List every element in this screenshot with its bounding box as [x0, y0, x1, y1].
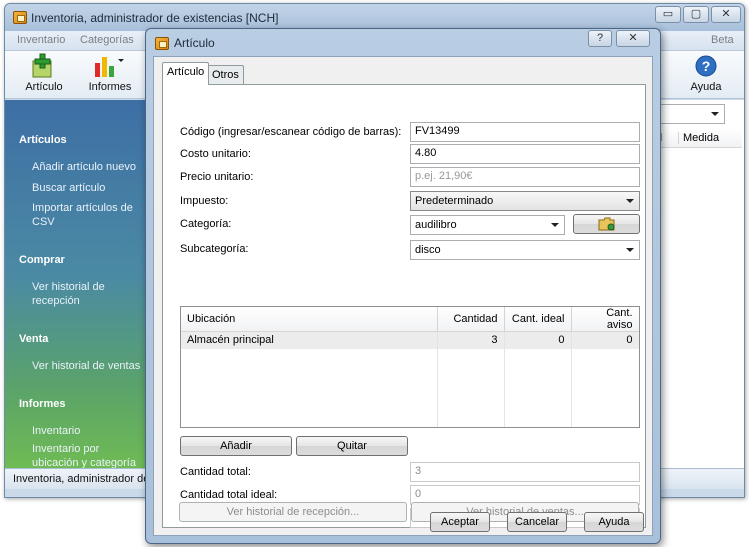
costo-label: Costo unitario: — [180, 148, 251, 160]
toolbar-ayuda-button[interactable]: ? Ayuda — [685, 51, 727, 97]
location-table: Ubicación Cantidad Cant. ideal Cant. avi… — [181, 307, 639, 427]
toolbar-informes-label: Informes — [88, 81, 132, 93]
impuesto-select[interactable]: Predeterminado — [410, 191, 640, 211]
remove-location-button[interactable]: Quitar — [296, 436, 408, 456]
dialog-title: Artículo — [174, 36, 215, 50]
main-list-header: d Medida — [656, 128, 742, 148]
dialog-body: Artículo Otros Código (ingresar/escanear… — [153, 56, 653, 536]
window-title: Inventoria, administrador de existencias… — [31, 11, 279, 25]
column-header-cant-aviso[interactable]: Cant. aviso — [571, 307, 639, 332]
subcategoria-select[interactable]: disco — [410, 240, 640, 260]
precio-input[interactable]: p.ej. 21,90€ — [410, 167, 640, 187]
column-header-ubicacion[interactable]: Ubicación — [181, 307, 438, 332]
subcategoria-label: Subcategoría: — [180, 243, 249, 255]
chevron-down-icon — [626, 248, 634, 252]
toolbar-articulo-button[interactable]: Artículo — [19, 51, 69, 97]
sidebar-link-add-item[interactable]: Añadir artículo nuevo — [32, 160, 148, 174]
report-chart-icon — [95, 57, 124, 77]
sidebar-link-import-csv[interactable]: Importar artículos de CSV — [32, 201, 148, 229]
menu-categorias[interactable]: Categorías — [80, 34, 134, 46]
cell-cant-aviso: 0 — [571, 331, 639, 349]
empty-row — [181, 416, 639, 427]
help-button[interactable]: Ayuda — [584, 512, 644, 532]
menu-beta[interactable]: Beta — [711, 34, 734, 46]
minimize-button[interactable]: ▭ — [655, 6, 681, 23]
maximize-button[interactable]: ▢ — [683, 6, 709, 23]
dialog-close-button[interactable]: ✕ — [616, 30, 650, 47]
total-quantity-field: 3 — [410, 462, 640, 482]
categoria-value: audilibro — [415, 219, 457, 231]
close-button[interactable]: ✕ — [711, 6, 741, 23]
sidebar-link-reception-history[interactable]: Ver historial de recepción — [32, 280, 148, 308]
empty-row — [181, 399, 639, 417]
chevron-down-icon — [551, 223, 559, 227]
toolbar-ayuda-label: Ayuda — [690, 81, 722, 93]
svg-text:?: ? — [702, 58, 711, 74]
total-ideal-label: Cantidad total ideal: — [180, 489, 278, 501]
empty-row — [181, 365, 639, 383]
precio-label: Precio unitario: — [180, 171, 254, 183]
subcategoria-value: disco — [415, 244, 441, 256]
item-dialog: Artículo ? ✕ Artículo Otros Código (ingr… — [145, 28, 661, 544]
cell-cant-ideal: 0 — [504, 331, 572, 349]
codigo-label: Código (ingresar/escanear código de barr… — [180, 126, 402, 138]
help-icon: ? — [695, 55, 717, 77]
sidebar-section-articulos: Artículos — [19, 134, 67, 146]
main-filter-dropdown[interactable] — [656, 104, 725, 124]
cell-ubicacion: Almacén principal — [181, 331, 438, 349]
impuesto-value: Predeterminado — [415, 195, 494, 207]
column-header-medida[interactable]: Medida — [678, 132, 719, 144]
dialog-app-icon — [155, 37, 169, 50]
sidebar-section-comprar: Comprar — [19, 254, 65, 266]
chevron-down-icon — [626, 199, 634, 203]
cancel-button[interactable]: Cancelar — [507, 512, 567, 532]
costo-input[interactable]: 4.80 — [410, 144, 640, 164]
empty-row — [181, 348, 639, 366]
menu-inventario[interactable]: Inventario — [17, 34, 65, 46]
cell-cantidad: 3 — [437, 331, 505, 349]
sidebar-link-sales-history[interactable]: Ver historial de ventas — [32, 359, 148, 373]
app-icon — [13, 11, 27, 24]
add-item-icon — [32, 53, 52, 78]
empty-row — [181, 382, 639, 400]
ok-button[interactable]: Aceptar — [430, 512, 490, 532]
sidebar-section-informes: Informes — [19, 398, 66, 410]
categoria-label: Categoría: — [180, 218, 232, 230]
chevron-down-icon — [711, 112, 719, 116]
codigo-input[interactable]: FV13499 — [410, 122, 640, 142]
tab-articulo[interactable]: Artículo — [162, 62, 210, 85]
sidebar-link-inventory[interactable]: Inventario — [32, 424, 148, 438]
add-location-button[interactable]: Añadir — [180, 436, 292, 456]
main-titlebar: Inventoria, administrador de existencias… — [5, 4, 744, 31]
tab-otros[interactable]: Otros — [207, 65, 244, 84]
table-row[interactable]: Almacén principal 3 0 0 — [181, 331, 639, 349]
toolbar-articulo-label: Artículo — [25, 81, 63, 93]
edit-categories-button[interactable] — [573, 214, 640, 234]
sidebar-section-venta: Venta — [19, 333, 49, 345]
column-header-cantidad[interactable]: Cantidad — [437, 307, 505, 332]
toolbar-informes-button[interactable]: Informes — [83, 51, 137, 97]
categoria-select[interactable]: audilibro — [410, 215, 565, 235]
dialog-help-button[interactable]: ? — [588, 30, 612, 47]
impuesto-label: Impuesto: — [180, 195, 229, 207]
total-quantity-label: Cantidad total: — [180, 466, 251, 478]
sidebar-link-search-item[interactable]: Buscar artículo — [32, 181, 148, 195]
location-grid[interactable]: Ubicación Cantidad Cant. ideal Cant. avi… — [180, 306, 640, 428]
sidebar: Artículos Añadir artículo nuevo Buscar a… — [5, 100, 151, 470]
sidebar-link-inventory-by-location[interactable]: Inventario por ubicación y categoría — [32, 442, 148, 470]
tab-panel-articulo: Código (ingresar/escanear código de barr… — [162, 84, 646, 528]
column-header-cant-ideal[interactable]: Cant. ideal — [504, 307, 572, 332]
reception-history-button[interactable]: Ver historial de recepción... — [179, 502, 407, 522]
folder-edit-icon — [598, 217, 614, 231]
